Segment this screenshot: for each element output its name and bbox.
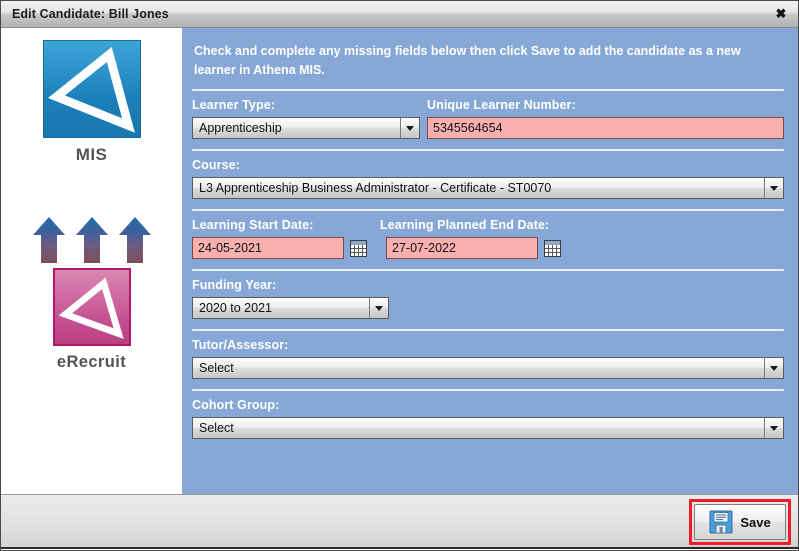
learner-type-value: Apprenticeship: [199, 121, 282, 135]
start-date-input[interactable]: 24-05-2021: [192, 237, 344, 259]
funding-year-value: 2020 to 2021: [199, 301, 272, 315]
erecruit-logo-block: eRecruit: [1, 268, 182, 372]
start-date-label: Learning Start Date:: [192, 218, 314, 232]
up-arrow-icon: [75, 217, 108, 263]
save-button[interactable]: Save: [694, 504, 786, 540]
course-dropdown[interactable]: L3 Apprenticeship Business Administrator…: [192, 177, 784, 199]
course-group: Course: L3 Apprenticeship Business Admin…: [192, 158, 784, 199]
section-divider: [192, 329, 784, 331]
cohort-group-label: Cohort Group:: [192, 398, 280, 412]
tutor-assessor-group: Tutor/Assessor: Select: [192, 338, 784, 379]
uln-input[interactable]: 5345564654: [427, 117, 784, 139]
erecruit-logo-caption: eRecruit: [56, 353, 127, 371]
form-instructions: Check and complete any missing fields be…: [194, 44, 741, 77]
section-divider: [192, 149, 784, 151]
cohort-group-dropdown[interactable]: Select: [192, 417, 784, 439]
branding-sidebar: MIS eRecruit: [1, 28, 182, 494]
section-divider: [192, 269, 784, 271]
funding-year-label: Funding Year:: [192, 278, 277, 292]
funding-year-group: Funding Year: 2020 to 2021: [192, 278, 784, 319]
calendar-icon[interactable]: [544, 239, 561, 257]
calendar-icon[interactable]: [350, 239, 367, 257]
tutor-assessor-label: Tutor/Assessor:: [192, 338, 289, 352]
funding-year-dropdown[interactable]: 2020 to 2021: [192, 297, 389, 319]
course-value: L3 Apprenticeship Business Administrator…: [199, 181, 552, 195]
chevron-down-icon[interactable]: [369, 298, 388, 318]
chevron-down-icon[interactable]: [764, 358, 783, 378]
learner-type-label: Learner Type:: [192, 98, 276, 112]
uln-label: Unique Learner Number:: [427, 98, 576, 112]
close-icon[interactable]: ✖: [764, 1, 798, 27]
up-arrows-group: [1, 216, 182, 264]
window-title: Edit Candidate: Bill Jones: [12, 7, 169, 21]
candidate-form-panel: Check and complete any missing fields be…: [182, 28, 798, 494]
chevron-down-icon[interactable]: [400, 118, 419, 138]
save-button-highlight: Save: [689, 499, 791, 545]
mis-triangle-logo-icon: [42, 40, 141, 138]
dialog-body: MIS eRecruit Check and complete any miss…: [1, 28, 798, 494]
chevron-down-icon[interactable]: [764, 178, 783, 198]
erecruit-triangle-logo-icon: [52, 268, 131, 346]
floppy-disk-save-icon: [709, 510, 733, 534]
end-date-label: Learning Planned End Date:: [380, 218, 550, 232]
tutor-assessor-dropdown[interactable]: Select: [192, 357, 784, 379]
learner-type-and-uln-group: Learner Type: Unique Learner Number: App…: [192, 98, 784, 139]
section-divider: [192, 89, 784, 91]
section-divider: [192, 209, 784, 211]
dialog-footer: Save: [1, 494, 798, 549]
cohort-group-group: Cohort Group: Select: [192, 398, 784, 439]
save-button-label: Save: [740, 514, 771, 530]
cohort-group-value: Select: [199, 421, 234, 435]
dates-group: Learning Start Date: Learning Planned En…: [192, 218, 784, 259]
up-arrow-icon: [32, 217, 65, 263]
edit-candidate-dialog: Edit Candidate: Bill Jones ✖ MIS eRecrui…: [0, 0, 799, 551]
mis-logo-block: MIS: [1, 40, 182, 165]
end-date-input[interactable]: 27-07-2022: [386, 237, 538, 259]
chevron-down-icon[interactable]: [764, 418, 783, 438]
learner-type-dropdown[interactable]: Apprenticeship: [192, 117, 420, 139]
window-titlebar: Edit Candidate: Bill Jones ✖: [1, 1, 798, 28]
tutor-assessor-value: Select: [199, 361, 234, 375]
up-arrow-icon: [118, 217, 151, 263]
course-label: Course:: [192, 158, 240, 172]
section-divider: [192, 389, 784, 391]
mis-logo-caption: MIS: [75, 145, 108, 164]
